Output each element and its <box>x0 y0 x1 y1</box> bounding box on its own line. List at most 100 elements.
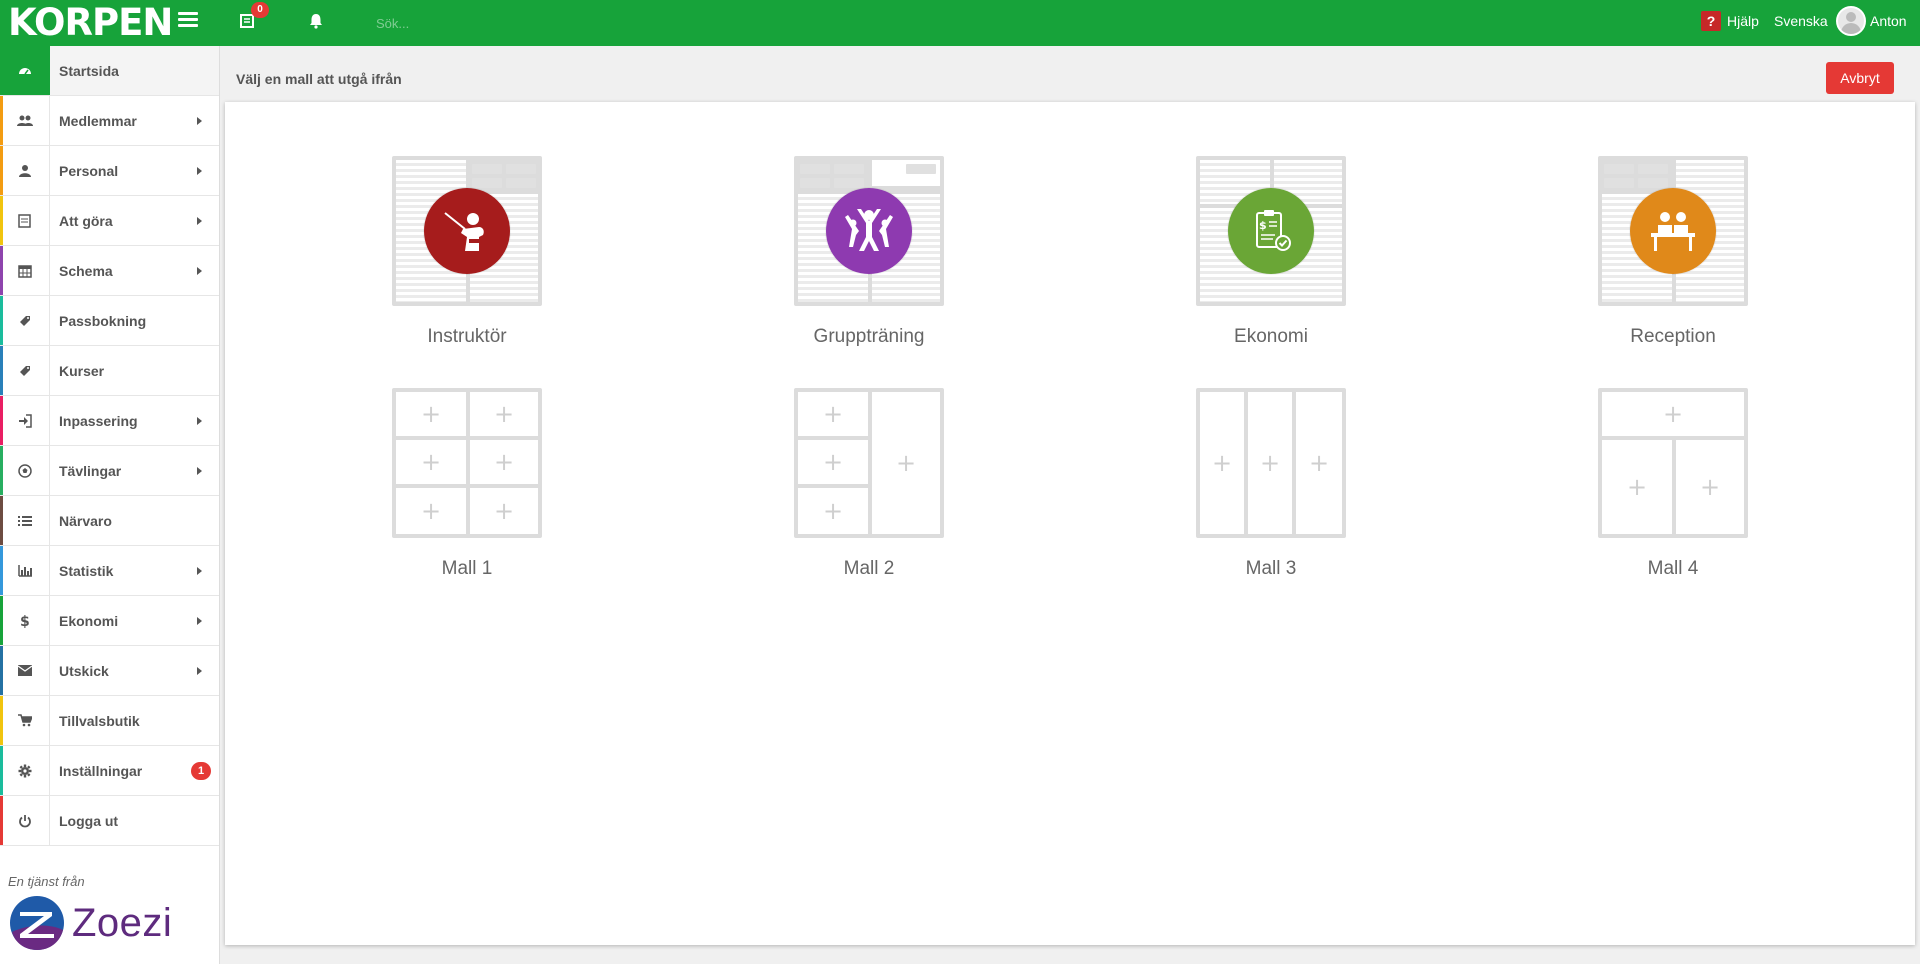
sidebar-color-stripe <box>0 796 3 845</box>
sidebar-item-medlemmar[interactable]: Medlemmar <box>0 96 219 146</box>
sidebar-item-label: Schema <box>59 262 113 279</box>
sidebar-item-label: Tillvalsbutik <box>59 712 140 729</box>
template-panel: Instruktör Gruppträning $ Ekonomi Recept… <box>225 102 1915 945</box>
top-bar: KORPEN 0 ? Hjälp Svenska Anton <box>0 0 1920 46</box>
sidebar-item-närvaro[interactable]: Närvaro <box>0 496 219 546</box>
sidebar-color-stripe <box>0 646 3 695</box>
sidebar-item-utskick[interactable]: Utskick <box>0 646 219 696</box>
sidebar-color-stripe <box>0 346 3 395</box>
todo-icon <box>0 196 50 245</box>
svg-text:$: $ <box>1259 219 1267 232</box>
notification-badge: 1 <box>191 762 211 780</box>
cart-icon <box>0 696 50 745</box>
template-mall-3[interactable]: Mall 3 <box>1196 388 1346 580</box>
template-mall-2[interactable]: Mall 2 <box>794 388 944 580</box>
zoezi-logo[interactable]: Zoezi <box>8 894 172 952</box>
soccer-ball-icon <box>0 446 50 495</box>
caret-right-icon <box>197 267 202 275</box>
template-label: Mall 2 <box>843 558 895 579</box>
group-training-icon <box>826 188 912 274</box>
brand-text: En tjänst från <box>8 874 85 889</box>
hamburger-menu-icon[interactable] <box>178 12 198 32</box>
caret-right-icon <box>197 417 202 425</box>
power-icon <box>0 796 50 845</box>
template-mall-4[interactable]: Mall 4 <box>1598 388 1748 580</box>
ticket-icon <box>0 346 50 395</box>
sidebar-item-personal[interactable]: Personal <box>0 146 219 196</box>
ticket-icon <box>0 296 50 345</box>
dollar-icon: $ <box>0 596 50 645</box>
sidebar-item-kurser[interactable]: Kurser <box>0 346 219 396</box>
sidebar-item-label: Personal <box>59 162 119 179</box>
sidebar-item-label: Närvaro <box>59 512 112 529</box>
template-thumbnail <box>1598 388 1748 538</box>
page-title: Välj en mall att utgå ifrån <box>236 71 402 87</box>
zoezi-mark-icon <box>10 896 64 950</box>
sidebar-item-ekonomi[interactable]: $ Ekonomi <box>0 596 219 646</box>
template-label: Instruktör <box>427 326 507 347</box>
search-input[interactable] <box>376 10 626 36</box>
zoezi-wordmark: Zoezi <box>72 900 173 945</box>
logo[interactable]: KORPEN <box>8 2 173 44</box>
caret-right-icon <box>197 567 202 575</box>
sidebar-item-inpassering[interactable]: Inpassering <box>0 396 219 446</box>
instructor-icon <box>424 188 510 274</box>
sidebar-item-tävlingar[interactable]: Tävlingar <box>0 446 219 496</box>
sidebar-item-logga-ut[interactable]: Logga ut <box>0 796 219 846</box>
template-thumbnail <box>794 388 944 538</box>
sidebar-item-startsida[interactable]: Startsida <box>0 46 219 96</box>
sidebar-item-label: Tävlingar <box>59 462 122 479</box>
template-label: Gruppträning <box>813 326 925 347</box>
sidebar-color-stripe <box>0 246 3 295</box>
dashboard-icon <box>0 46 50 95</box>
template-thumbnail <box>392 156 542 306</box>
help-link[interactable]: ? Hjälp <box>1701 11 1759 31</box>
sidebar-item-statistik[interactable]: Statistik <box>0 546 219 596</box>
sidebar-item-label: Utskick <box>59 662 109 679</box>
sidebar-item-label: Kurser <box>59 362 105 379</box>
bar-chart-icon <box>0 546 50 595</box>
template-thumbnail <box>794 156 944 306</box>
template-thumbnail <box>1196 388 1346 538</box>
caret-right-icon <box>197 217 202 225</box>
user-menu[interactable]: Anton <box>1836 6 1907 36</box>
sidebar-color-stripe <box>0 746 3 795</box>
cancel-button[interactable]: Avbryt <box>1826 62 1894 94</box>
sidebar-item-label: Statistik <box>59 562 114 579</box>
sidebar-item-schema[interactable]: Schema <box>0 246 219 296</box>
sidebar-item-inställningar[interactable]: Inställningar 1 <box>0 746 219 796</box>
sidebar-color-stripe <box>0 696 3 745</box>
template-instruktor[interactable]: Instruktör <box>392 156 542 348</box>
sidebar-color-stripe <box>0 446 3 495</box>
sidebar-color-stripe <box>0 396 3 445</box>
sidebar-color-stripe <box>0 96 3 145</box>
gear-icon <box>0 746 50 795</box>
template-mall-1[interactable]: Mall 1 <box>392 388 542 580</box>
caret-right-icon <box>197 617 202 625</box>
sidebar-item-label: Startsida <box>59 62 119 79</box>
sign-in-icon <box>0 396 50 445</box>
question-icon: ? <box>1701 11 1721 31</box>
template-label: Mall 4 <box>1647 558 1699 579</box>
sidebar-item-label: Medlemmar <box>59 112 137 129</box>
bell-icon[interactable] <box>307 12 327 32</box>
sidebar-item-label: Inpassering <box>59 412 138 429</box>
template-reception[interactable]: Reception <box>1598 156 1748 348</box>
template-thumbnail <box>1598 156 1748 306</box>
template-grupptraning[interactable]: Gruppträning <box>794 156 944 348</box>
sidebar-item-att-göra[interactable]: Att göra <box>0 196 219 246</box>
sidebar-color-stripe <box>0 46 3 95</box>
reception-icon <box>1630 188 1716 274</box>
sidebar-color-stripe <box>0 296 3 345</box>
sidebar-item-label: Att göra <box>59 212 113 229</box>
template-label: Mall 1 <box>441 558 493 579</box>
language-selector[interactable]: Svenska <box>1774 13 1828 29</box>
sidebar: Startsida Medlemmar Personal Att göra Schema… <box>0 46 220 964</box>
caret-right-icon <box>197 167 202 175</box>
envelope-icon <box>0 646 50 695</box>
sidebar-item-tillvalsbutik[interactable]: Tillvalsbutik <box>0 696 219 746</box>
sidebar-item-passbokning[interactable]: Passbokning <box>0 296 219 346</box>
template-ekonomi[interactable]: $ Ekonomi <box>1196 156 1346 348</box>
user-icon <box>0 146 50 195</box>
template-label: Mall 3 <box>1245 558 1297 579</box>
